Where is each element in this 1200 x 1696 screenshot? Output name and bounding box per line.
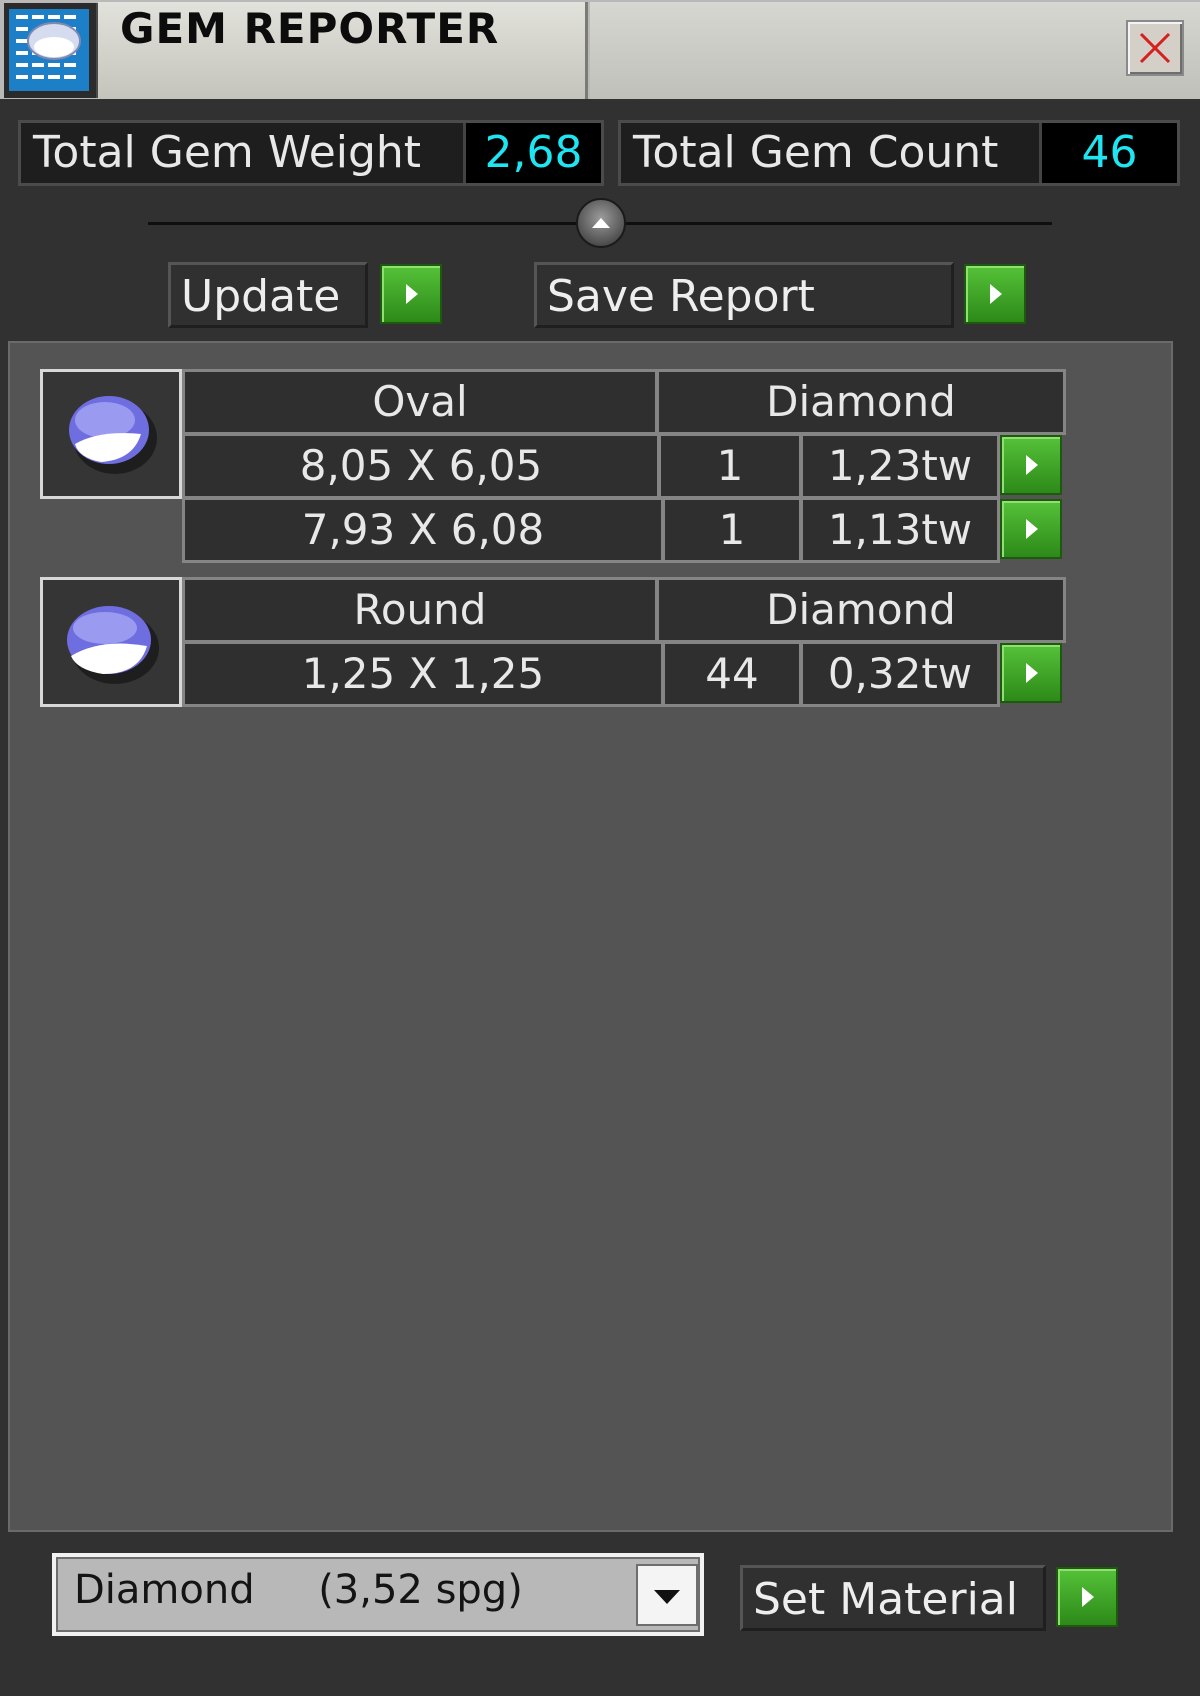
gem-count-cell: 1 <box>658 433 802 499</box>
play-arrow-icon <box>990 284 1002 304</box>
set-material-go-button[interactable] <box>1056 1567 1118 1627</box>
gem-weight-cell: 1,23tw <box>800 433 1000 499</box>
total-gem-count-label: Total Gem Count <box>633 127 999 178</box>
update-button[interactable]: Update <box>168 262 368 328</box>
collapse-toggle[interactable] <box>576 198 626 248</box>
material-name: Diamond <box>74 1567 255 1613</box>
update-go-button[interactable] <box>380 264 442 324</box>
gem-count-cell: 44 <box>662 641 802 707</box>
material-select-value: Diamond (3,52 spg) <box>74 1567 523 1613</box>
material-dropdown-button[interactable] <box>636 1564 698 1626</box>
material-select[interactable]: Diamond (3,52 spg) <box>52 1553 704 1636</box>
gem-material-cell: Diamond <box>656 369 1066 435</box>
close-x-icon <box>1139 32 1171 64</box>
play-arrow-icon <box>1026 519 1038 539</box>
gem-row-go-button[interactable] <box>1000 435 1062 495</box>
play-arrow-icon <box>406 284 418 304</box>
set-material-label: Set Material <box>753 1574 1018 1625</box>
save-report-label: Save Report <box>547 271 815 322</box>
gem-size-cell: 8,05 X 6,05 <box>182 433 660 499</box>
chevron-down-icon <box>654 1590 680 1604</box>
gem-count-cell: 1 <box>662 497 802 563</box>
total-gem-count-value: 46 <box>1039 123 1177 183</box>
gem-shape-cell: Round <box>182 577 658 643</box>
update-label: Update <box>181 271 341 322</box>
gem-icon <box>67 606 159 684</box>
gem-size-cell: 7,93 X 6,08 <box>182 497 664 563</box>
gem-weight-cell: 1,13tw <box>800 497 1000 563</box>
set-material-button[interactable]: Set Material <box>740 1565 1046 1631</box>
play-arrow-icon <box>1026 455 1038 475</box>
total-gem-weight-value: 2,68 <box>463 123 601 183</box>
save-report-button[interactable]: Save Report <box>534 262 954 328</box>
gem-size-cell: 1,25 X 1,25 <box>182 641 664 707</box>
save-report-go-button[interactable] <box>964 264 1026 324</box>
total-gem-weight-label: Total Gem Weight <box>33 127 422 178</box>
chevron-up-icon <box>592 218 610 228</box>
play-arrow-icon <box>1082 1587 1094 1607</box>
window-title: GEM REPORTER <box>120 4 500 53</box>
gem-weight-cell: 0,32tw <box>800 641 1000 707</box>
close-button[interactable] <box>1126 20 1184 76</box>
gem-shape-cell: Oval <box>182 369 658 435</box>
gem-material-cell: Diamond <box>656 577 1066 643</box>
play-arrow-icon <box>1026 663 1038 683</box>
gem-thumbnail <box>40 369 182 499</box>
total-gem-count-box: Total Gem Count 46 <box>618 120 1180 186</box>
gem-icon <box>69 396 157 474</box>
gem-row-go-button[interactable] <box>1000 643 1062 703</box>
material-density: (3,52 spg) <box>318 1567 523 1613</box>
gem-row-go-button[interactable] <box>1000 499 1062 559</box>
total-gem-weight-box: Total Gem Weight 2,68 <box>18 120 604 186</box>
gem-thumbnail <box>40 577 182 707</box>
title-bar-filler <box>590 2 1200 99</box>
gem-reporter-app-icon <box>4 3 98 98</box>
material-select-field: Diamond (3,52 spg) <box>56 1557 700 1632</box>
